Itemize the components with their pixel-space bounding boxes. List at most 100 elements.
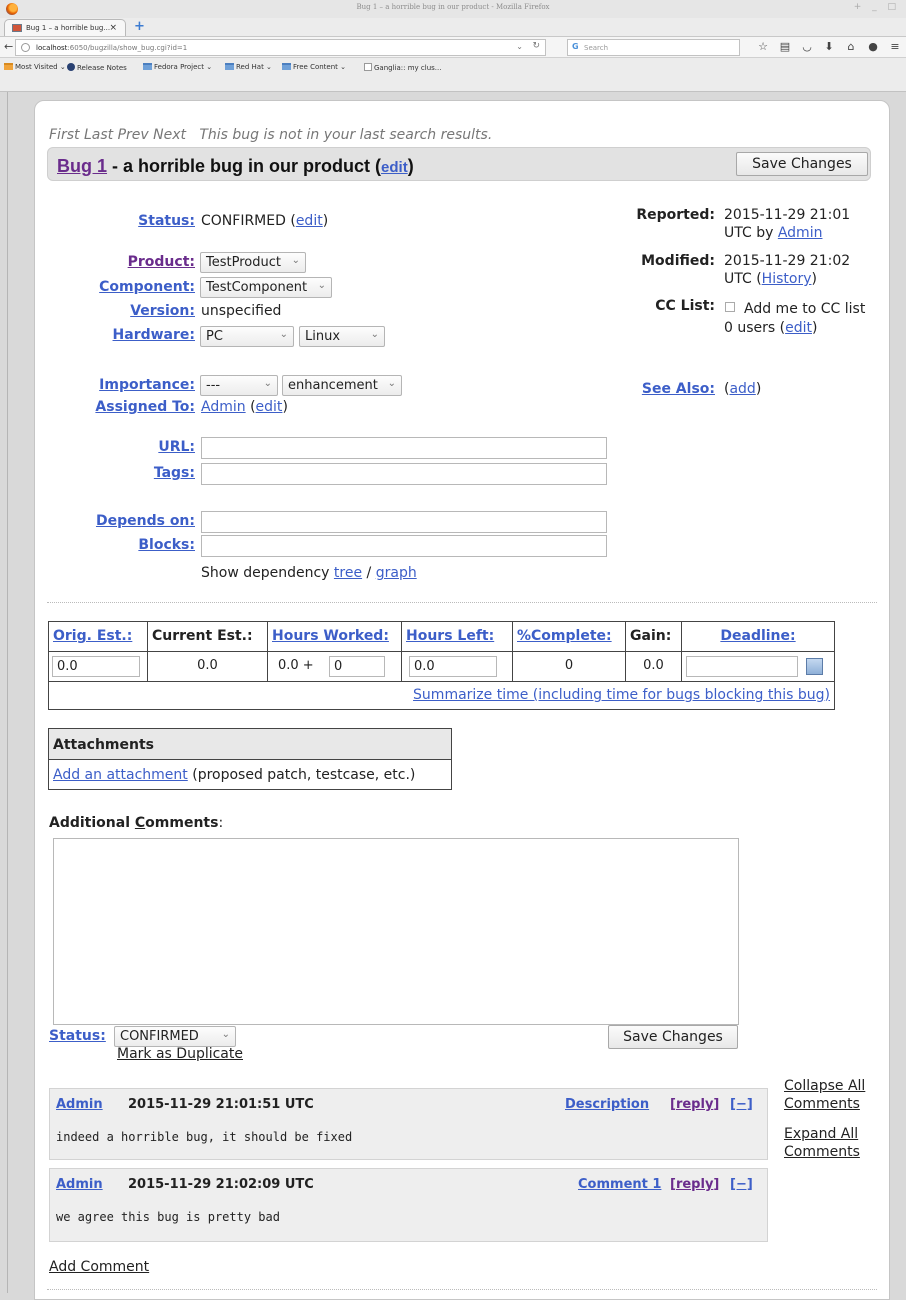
assignee-edit-link[interactable]: edit [256,399,283,415]
product-label[interactable]: Product: [75,254,195,270]
depends-on-field[interactable] [201,511,607,533]
tags-field[interactable] [201,463,607,485]
hardware-label[interactable]: Hardware: [75,327,195,343]
comment-author[interactable]: Admin [56,1097,103,1112]
reply-link[interactable]: [reply] [670,1177,719,1192]
dependency-tree-link[interactable]: tree [334,565,362,581]
collapse-comment-link[interactable]: [−] [730,1097,753,1112]
blocks-field[interactable] [201,535,607,557]
add-hours-worked-input[interactable]: 0 [329,656,385,677]
collapse-comment-link[interactable]: [−] [730,1177,753,1192]
url-label[interactable]: URL: [95,439,195,455]
bookmark-red-hat[interactable]: Red Hat ⌄ [225,63,272,71]
chat-icon[interactable]: ● [862,40,884,53]
status-bottom-select[interactable]: CONFIRMED ⌄ [114,1026,236,1047]
reload-icon[interactable]: ↻ [532,41,540,51]
deadline-header[interactable]: Deadline: [682,622,834,652]
hours-left-input[interactable]: 0.0 [409,656,497,677]
attachments-table: Attachments Add an attachment (proposed … [48,728,452,790]
summarize-time-link[interactable]: Summarize time (including time for bugs … [413,687,830,703]
window-controls[interactable]: + _ □ [854,2,900,12]
expand-all-comments-link[interactable]: Expand All Comments [784,1125,860,1161]
blocks-label[interactable]: Blocks: [75,537,195,553]
see-also-label[interactable]: See Also: [595,381,715,397]
search-input[interactable]: G Search [567,39,740,56]
history-link[interactable]: History [762,271,812,287]
comment-textarea[interactable] [53,838,739,1025]
component-label[interactable]: Component: [55,279,195,295]
bookmark-most-visited[interactable]: Most Visited ⌄ [4,63,66,71]
bookmark-fedora-project[interactable]: Fedora Project ⌄ [143,63,212,71]
bug-id-link[interactable]: Bug 1 [57,156,107,176]
cc-checkbox[interactable] [725,302,735,312]
url-host: localhost [36,44,68,52]
tab-close-icon[interactable]: × [109,23,117,33]
component-select[interactable]: TestComponent ⌄ [200,277,332,298]
url-bar[interactable]: localhost:6050/bugzilla/show_bug.cgi?id=… [15,39,546,56]
new-tab-button[interactable]: + [134,19,145,34]
url-field[interactable] [201,437,607,459]
comment-text: indeed a horrible bug, it should be fixe… [56,1130,353,1144]
status-label[interactable]: Status: [95,213,195,229]
see-also-add-link[interactable]: add [729,381,755,397]
mark-as-duplicate-link[interactable]: Mark as Duplicate [117,1046,243,1062]
hours-worked-header[interactable]: Hours Worked: [268,622,402,652]
bookmark-release-notes[interactable]: Release Notes [67,63,127,72]
comment-author[interactable]: Admin [56,1177,103,1192]
status-edit-link[interactable]: edit [296,213,323,229]
assigned-to-label[interactable]: Assigned To: [49,399,195,415]
deadline-input[interactable] [686,656,798,677]
search-navigation: First Last Prev Next This bug is not in … [49,127,492,143]
product-select[interactable]: TestProduct ⌄ [200,252,306,273]
depends-on-label[interactable]: Depends on: [49,513,195,529]
back-arrow-icon[interactable]: ← [4,40,13,53]
calendar-icon[interactable] [806,658,823,675]
hardware-select[interactable]: PC ⌄ [200,326,294,347]
nav-last: Last [83,127,114,143]
fedora-icon [67,63,75,71]
bookmarks-menu-icon[interactable]: ▤ [774,40,796,53]
cc-list-label: CC List: [655,298,715,314]
downloads-icon[interactable]: ⬇ [818,40,840,53]
severity-select[interactable]: enhancement ⌄ [282,375,402,396]
comment-number-link[interactable]: Comment 1 [578,1177,661,1192]
percent-complete-header[interactable]: %Complete: [513,622,626,652]
dependency-graph-link[interactable]: graph [376,565,417,581]
assignee-link[interactable]: Admin [201,399,246,415]
hours-left-header[interactable]: Hours Left: [402,622,513,652]
pocket-icon[interactable]: ◡ [796,40,818,53]
cc-edit-link[interactable]: edit [785,320,812,336]
reply-link[interactable]: [reply] [670,1097,719,1112]
edit-summary-link[interactable]: edit [381,159,408,176]
save-changes-button-bottom[interactable]: Save Changes [608,1025,738,1049]
see-also-value: (add) [724,381,762,397]
search-engine-icon[interactable]: G [572,42,579,51]
orig-est-header[interactable]: Orig. Est.: [49,622,148,652]
browser-tab[interactable]: Bug 1 – a horrible bug... × [4,19,126,36]
toolbar-icons: ☆ ▤ ◡ ⬇ ⌂ ● ≡ [752,40,906,53]
priority-select[interactable]: --- ⌄ [200,375,278,396]
status-bottom-label[interactable]: Status: [49,1028,111,1044]
bookmark-free-content[interactable]: Free Content ⌄ [282,63,346,71]
tags-label[interactable]: Tags: [95,465,195,481]
menu-icon[interactable]: ≡ [884,40,906,53]
site-info-icon[interactable] [21,43,30,52]
version-label[interactable]: Version: [75,303,195,319]
url-dropdown-icon[interactable]: ⌄ [516,42,523,51]
hours-left-cell: 0.0 [402,652,513,682]
add-attachment-link[interactable]: Add an attachment [53,767,188,783]
os-select[interactable]: Linux ⌄ [299,326,385,347]
reporter-link[interactable]: Admin [778,225,823,241]
bookmark-ganglia[interactable]: Ganglia:: my clus... [364,63,441,72]
comment-number-link[interactable]: Description [565,1097,649,1112]
home-icon[interactable]: ⌂ [840,40,862,53]
save-changes-button-top[interactable]: Save Changes [736,152,868,176]
importance-label[interactable]: Importance: [55,377,195,393]
orig-est-input[interactable]: 0.0 [52,656,140,677]
collapse-all-comments-link[interactable]: Collapse All Comments [784,1077,865,1113]
chevron-down-icon: ⌄ [263,378,272,389]
add-comment-link[interactable]: Add Comment [49,1259,149,1275]
folder-icon [4,63,13,70]
bookmark-star-icon[interactable]: ☆ [752,40,774,53]
page-icon [364,63,372,71]
